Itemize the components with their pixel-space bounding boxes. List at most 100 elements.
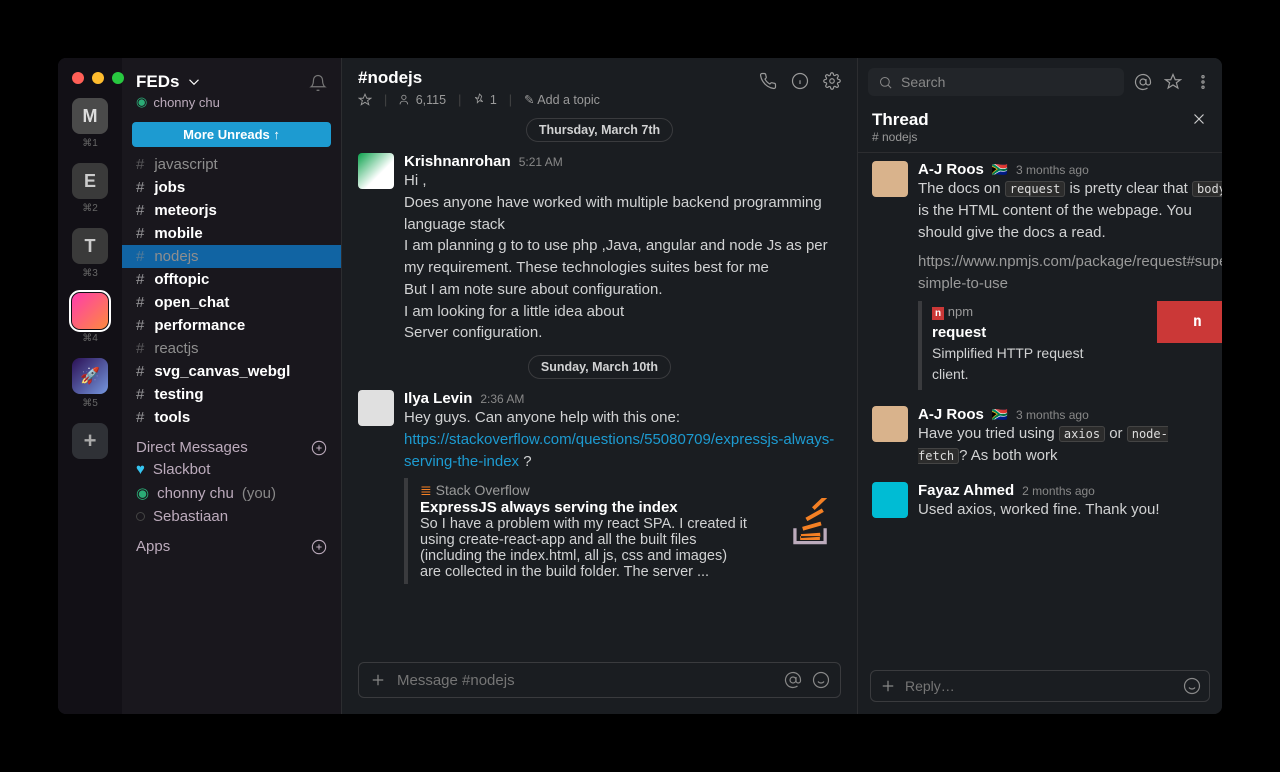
message-author[interactable]: Krishnanrohan (404, 153, 511, 170)
sidebar: FEDs ◉ chonny chu More Unreads ↑ #javasc… (122, 58, 341, 714)
workspace-T[interactable]: T (72, 228, 108, 264)
message-timestamp: 2 months ago (1022, 484, 1095, 498)
close-window[interactable] (72, 72, 84, 84)
heart-icon: ♥ (136, 461, 145, 478)
thread-message[interactable]: A-J Roos🇿🇦3 months ago The docs on reque… (858, 153, 1222, 398)
message-link[interactable]: https://www.npmjs.com/package/request#su… (918, 253, 1222, 292)
channel-list: #javascript #jobs #meteorjs #mobile #nod… (122, 153, 341, 714)
shortcut-label: ⌘3 (82, 268, 98, 279)
thread-subtitle[interactable]: # nodejs (872, 130, 929, 144)
message-link[interactable]: https://stackoverflow.com/questions/5508… (404, 431, 834, 470)
gear-icon[interactable] (823, 72, 841, 90)
message-timestamp: 3 months ago (1016, 163, 1089, 177)
channel-mobile[interactable]: #mobile (122, 222, 341, 245)
message-author[interactable]: A-J Roos (918, 161, 984, 178)
dm-self[interactable]: ◉chonny chu (you) (122, 481, 341, 505)
search-box[interactable]: Search (868, 68, 1124, 96)
plus-circle-icon[interactable] (311, 440, 327, 456)
message-body: Hey guys. Can anyone help with this one:… (404, 407, 841, 472)
workspace-M[interactable]: M (72, 98, 108, 134)
link-preview[interactable]: n npm request Simplified HTTP request cl… (918, 301, 1222, 390)
avatar[interactable] (358, 153, 394, 189)
mention-icon[interactable] (1134, 73, 1152, 91)
mention-icon[interactable] (784, 671, 802, 689)
thread-message[interactable]: Fayaz Ahmed2 months ago Used axios, work… (858, 474, 1222, 529)
member-count[interactable]: 6,115 (399, 93, 446, 107)
channel-nodejs[interactable]: #nodejs (122, 245, 341, 268)
channel-offtopic[interactable]: #offtopic (122, 268, 341, 291)
message-list[interactable]: Thursday, March 7th Krishnanrohan5:21 AM… (342, 113, 857, 652)
workspace-E[interactable]: E (72, 163, 108, 199)
pin-count[interactable]: 1 (473, 93, 496, 107)
workspace-rocket[interactable] (72, 358, 108, 394)
right-panel: Search Thread # nodejs A-J Roos🇿🇦3 month… (858, 58, 1222, 714)
message[interactable]: Ilya Levin2:36 AM Hey guys. Can anyone h… (342, 384, 857, 590)
plus-icon[interactable] (879, 677, 897, 695)
message-author[interactable]: A-J Roos (918, 406, 984, 423)
more-vert-icon[interactable] (1194, 73, 1212, 91)
plus-circle-icon[interactable] (311, 539, 327, 555)
user-name: chonny chu (153, 95, 220, 110)
app-window: M ⌘1 E ⌘2 T ⌘3 ⌘4 ⌘5 + FEDs ◉ chonny chu… (58, 58, 1222, 714)
plus-icon[interactable] (369, 671, 387, 689)
stackoverflow-icon: ≣ (420, 482, 432, 498)
channel-performance[interactable]: #performance (122, 314, 341, 337)
phone-icon[interactable] (759, 72, 777, 90)
channel-testing[interactable]: #testing (122, 383, 341, 406)
dm-section-header[interactable]: Direct Messages (122, 429, 341, 458)
apps-section-header[interactable]: Apps (122, 528, 341, 557)
shortcut-label: ⌘2 (82, 203, 98, 214)
channel-tools[interactable]: #tools (122, 406, 341, 429)
emoji-icon[interactable] (1183, 677, 1201, 695)
window-controls (72, 72, 124, 84)
minimize-window[interactable] (92, 72, 104, 84)
avatar[interactable] (872, 406, 908, 442)
add-workspace-button[interactable]: + (72, 423, 108, 459)
npm-logo-icon: n (1157, 301, 1222, 343)
search-icon (878, 75, 893, 90)
message-timestamp: 3 months ago (1016, 408, 1089, 422)
message-input[interactable] (397, 672, 774, 689)
presence-away-icon (136, 512, 145, 521)
emoji-icon[interactable] (812, 671, 830, 689)
zoom-window[interactable] (112, 72, 124, 84)
star-icon[interactable] (1164, 73, 1182, 91)
thread-title: Thread (872, 110, 929, 130)
avatar[interactable] (872, 161, 908, 197)
reply-input[interactable] (905, 678, 1175, 694)
dm-sebastiaan[interactable]: Sebastiaan (122, 505, 341, 528)
message-author[interactable]: Ilya Levin (404, 390, 472, 407)
more-unreads-button[interactable]: More Unreads ↑ (132, 122, 331, 147)
channel-svg_canvas_webgl[interactable]: #svg_canvas_webgl (122, 360, 341, 383)
team-switcher[interactable]: FEDs (136, 72, 203, 92)
star-icon[interactable] (358, 93, 372, 107)
channel-meteorjs[interactable]: #meteorjs (122, 199, 341, 222)
stackoverflow-logo-icon (791, 498, 833, 547)
unfurl-title[interactable]: ExpressJS always serving the index (420, 499, 841, 516)
thread-message[interactable]: A-J Roos🇿🇦3 months ago Have you tried us… (858, 398, 1222, 475)
avatar[interactable] (872, 482, 908, 518)
current-user[interactable]: ◉ chonny chu (136, 94, 327, 110)
thread-reply-composer[interactable] (870, 670, 1210, 702)
avatar[interactable] (358, 390, 394, 426)
chevron-down-icon (185, 73, 203, 91)
flag-icon: 🇿🇦 (992, 162, 1008, 178)
link-unfurl[interactable]: ≣ Stack Overflow ExpressJS always servin… (404, 478, 841, 584)
bell-icon[interactable] (309, 74, 327, 92)
channel-javascript[interactable]: #javascript (122, 153, 341, 176)
channel-header: #nodejs | 6,115 | 1 | ✎ Add a topic (342, 58, 857, 113)
close-icon[interactable] (1190, 110, 1208, 128)
channel-open_chat[interactable]: #open_chat (122, 291, 341, 314)
add-topic[interactable]: ✎ Add a topic (524, 92, 600, 107)
dm-slackbot[interactable]: ♥Slackbot (122, 458, 341, 481)
npm-icon: n (932, 307, 944, 320)
workspace-active[interactable] (72, 293, 108, 329)
info-icon[interactable] (791, 72, 809, 90)
message-body: Hi , Does anyone have worked with multip… (404, 170, 841, 344)
thread-messages[interactable]: A-J Roos🇿🇦3 months ago The docs on reque… (858, 153, 1222, 662)
channel-jobs[interactable]: #jobs (122, 176, 341, 199)
channel-reactjs[interactable]: #reactjs (122, 337, 341, 360)
message-author[interactable]: Fayaz Ahmed (918, 482, 1014, 499)
message[interactable]: Krishnanrohan5:21 AM Hi , Does anyone ha… (342, 147, 857, 350)
message-composer[interactable] (358, 662, 841, 698)
